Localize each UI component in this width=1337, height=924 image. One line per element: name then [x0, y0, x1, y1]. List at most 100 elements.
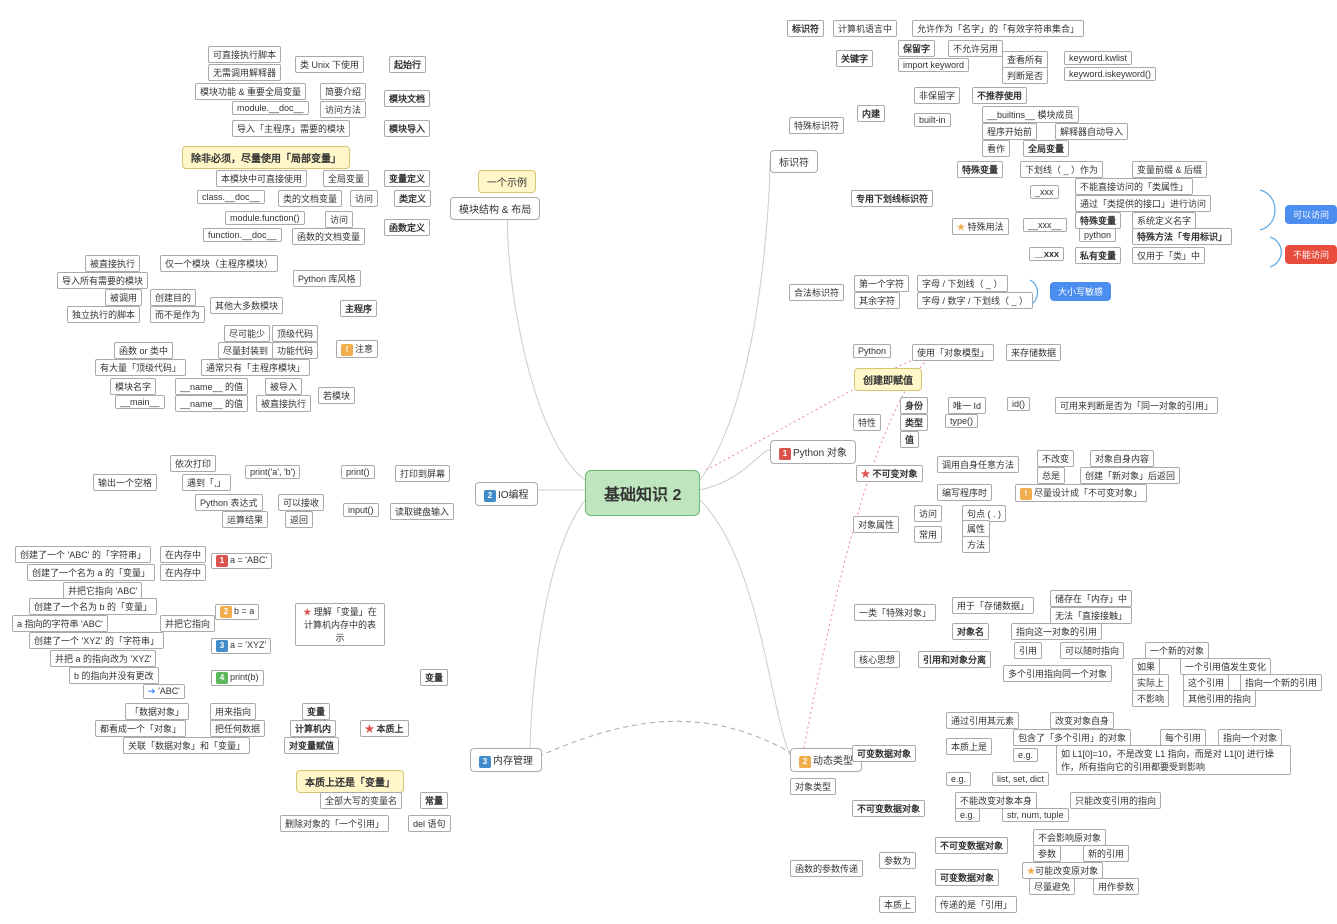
n: 创建了一个名为 a 的「变量」	[27, 564, 155, 581]
n: 被导入	[265, 378, 302, 395]
n: 创建了一个 'XYZ' 的「字符串」	[29, 632, 164, 649]
n: 类 Unix 下使用	[295, 56, 364, 73]
immutable: ★ 不可变对象	[856, 465, 923, 482]
n: 并把它指向	[160, 615, 215, 632]
n: 独立执行的脚本	[67, 306, 140, 323]
module-import: 模块导入	[384, 120, 430, 137]
memory-mgmt: 3内存管理	[470, 748, 542, 772]
star-icon: ★	[957, 222, 965, 232]
badge-1-icon: 1	[779, 448, 791, 460]
n: module.__doc__	[232, 101, 309, 115]
n: 引用和对象分离	[918, 651, 991, 668]
example-tip: 一个示例	[478, 170, 536, 193]
n: 下划线（ _ ）作为	[1020, 161, 1103, 178]
n: 遇到「,」	[182, 474, 231, 491]
n: print('a', 'b')	[245, 465, 300, 479]
n: 私有变量	[1075, 247, 1121, 264]
create-assign-tip: 创建即赋值	[854, 368, 922, 391]
n: 本质上	[879, 896, 916, 913]
n: 并把 a 的指向改为 'XYZ'	[50, 650, 156, 667]
xxx1: _xxx	[1030, 185, 1059, 199]
n: 输出一个空格	[93, 474, 157, 491]
n: __main__	[115, 395, 165, 409]
n: 函数 or 类中	[114, 342, 173, 359]
obj-type: 对象类型	[790, 778, 836, 795]
n: 其余字符	[854, 292, 900, 309]
n: 尽量封装到	[218, 342, 273, 359]
n: Python 表达式	[195, 494, 263, 511]
underscore-ident: 专用下划线标识符	[851, 190, 933, 207]
n: 本质上是	[946, 738, 992, 755]
n: __builtins__ 模块成员	[982, 106, 1079, 123]
n: ➔ 'ABC'	[143, 684, 185, 699]
n: 被直接执行	[85, 255, 140, 272]
n: str, num, tuple	[1002, 808, 1069, 822]
n: 在内存中	[160, 546, 206, 563]
n: 通过「类提供的接口」进行访问	[1075, 195, 1211, 212]
traits: 特性	[853, 414, 881, 431]
n: 通过引用其元素	[946, 712, 1019, 729]
n: 多个引用指向同一个对象	[1003, 665, 1112, 682]
n: 方法	[962, 536, 990, 553]
n: 用来指向	[210, 703, 256, 720]
n: 导入所有需要的模块	[57, 272, 148, 289]
n: b 的指向并没有更改	[69, 667, 159, 684]
badge-3-icon: 3	[479, 756, 491, 768]
n: 指向这一对象的引用	[1011, 623, 1102, 640]
var-mem-title: ★ 理解「变量」在计算机内存中的表示	[295, 603, 385, 646]
n: 不改变	[1037, 450, 1074, 467]
badge-2o-icon: 2	[799, 756, 811, 768]
warn-icon: !	[1020, 488, 1032, 500]
n: 模块功能 & 重要全局变量	[195, 83, 306, 100]
n: 编写程序时	[937, 484, 992, 501]
n: keyword.iskeyword()	[1064, 67, 1156, 81]
n: 判断是否	[1002, 67, 1048, 84]
constant-tip: 本质上还是「变量」	[296, 770, 404, 793]
s3-icon: 3	[216, 640, 228, 652]
n: built-in	[914, 113, 951, 127]
star-icon: ★	[303, 607, 311, 617]
n: 访问方法	[320, 101, 366, 118]
root-node: 基础知识 2	[585, 470, 700, 516]
n: e.g.	[946, 772, 971, 786]
n: 其他大多数模块	[210, 297, 283, 314]
star-icon: ★	[1027, 866, 1035, 876]
case-sensitive-tag: 大小写敏感	[1050, 282, 1111, 301]
n: 创建目的	[150, 289, 196, 306]
star-icon: ★	[861, 469, 870, 479]
n: 而不是作为	[150, 306, 205, 323]
n: 可直接执行脚本	[208, 46, 281, 63]
star-icon: ★	[365, 724, 374, 734]
n: 创建「新对象」后返回	[1080, 467, 1180, 484]
n: Python	[853, 344, 891, 358]
n: 依次打印	[170, 455, 216, 472]
n: ★可能改变原对象	[1022, 862, 1103, 879]
n: 如 L1[0]=10，不是改变 L1 指向，而是对 L1[0] 进行操作，所有指…	[1056, 745, 1291, 775]
n: 可用来判断是否为「同一对象的引用」	[1055, 397, 1218, 414]
n: 不会影响原对象	[1033, 829, 1106, 846]
n: 一个引用值发生变化	[1180, 658, 1271, 675]
start-line: 起始行	[389, 56, 426, 73]
n: 只能改变引用的指向	[1070, 792, 1161, 809]
n: 改变对象自身	[1050, 712, 1114, 729]
keyword: 关键字	[836, 50, 873, 67]
badge-2-icon: 2	[484, 490, 496, 502]
n: 全局变量	[1023, 140, 1069, 157]
core-idea: 核心思想	[854, 651, 900, 668]
step4: 4print(b)	[211, 670, 264, 686]
n: 对变量赋值	[284, 737, 339, 754]
python-object: 1Python 对象	[770, 440, 856, 464]
n: 对象名	[952, 623, 989, 640]
n: 不允许另用	[948, 40, 1003, 57]
n: 不影响	[1132, 690, 1169, 707]
attrs: 对象属性	[853, 516, 899, 533]
n: 创建了一个 'ABC' 的「字符串」	[15, 546, 151, 563]
n: 不推荐使用	[972, 87, 1027, 104]
n: 返回	[285, 511, 313, 528]
main-prog: 主程序	[340, 300, 377, 317]
n: 参数为	[879, 852, 916, 869]
del: del 语句	[408, 815, 451, 832]
n: 类的文档变量	[278, 190, 342, 207]
n: 允许作为「名字」的「有效字符串集合」	[912, 20, 1084, 37]
n: 删除对象的「一个引用」	[280, 815, 389, 832]
